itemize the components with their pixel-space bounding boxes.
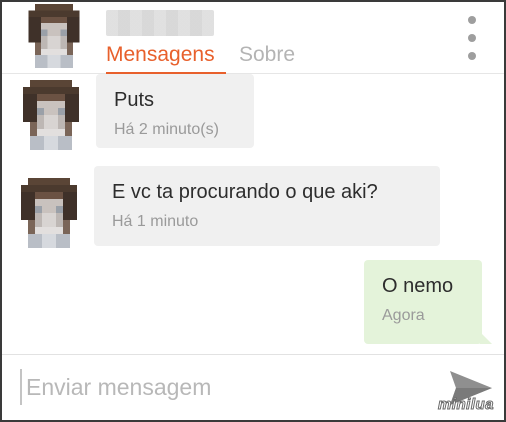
- message-timestamp: Há 1 minuto: [112, 213, 199, 230]
- message-timestamp: Agora: [382, 307, 425, 324]
- chat-header: Mensagens Sobre: [2, 2, 504, 75]
- menu-dot: [468, 52, 476, 60]
- sender-avatar[interactable]: [16, 80, 86, 150]
- message-bubble-incoming: Puts Há 2 minuto(s): [96, 74, 254, 148]
- message-timestamp: Há 2 minuto(s): [114, 121, 219, 138]
- contact-name: [106, 10, 214, 36]
- contact-avatar[interactable]: [20, 4, 88, 68]
- tab-about[interactable]: Sobre: [239, 42, 295, 68]
- message-text: E vc ta procurando o que aki?: [112, 181, 378, 203]
- message-composer: [2, 354, 504, 420]
- menu-dot: [468, 34, 476, 42]
- menu-dot: [468, 16, 476, 24]
- message-bubble-incoming: E vc ta procurando o que aki? Há 1 minut…: [94, 166, 440, 246]
- chat-screen: Mensagens Sobre Puts Há 2 minuto(s) E vc…: [0, 0, 506, 422]
- message-text: O nemo: [382, 275, 454, 297]
- message-input[interactable]: [20, 369, 420, 405]
- message-bubble-outgoing: O nemo Agora: [364, 260, 492, 344]
- sender-avatar[interactable]: [14, 178, 84, 248]
- more-vertical-icon[interactable]: [466, 16, 478, 60]
- message-text: Puts: [114, 89, 155, 111]
- watermark-logo: minilua: [437, 396, 495, 414]
- tab-messages[interactable]: Mensagens: [106, 42, 215, 68]
